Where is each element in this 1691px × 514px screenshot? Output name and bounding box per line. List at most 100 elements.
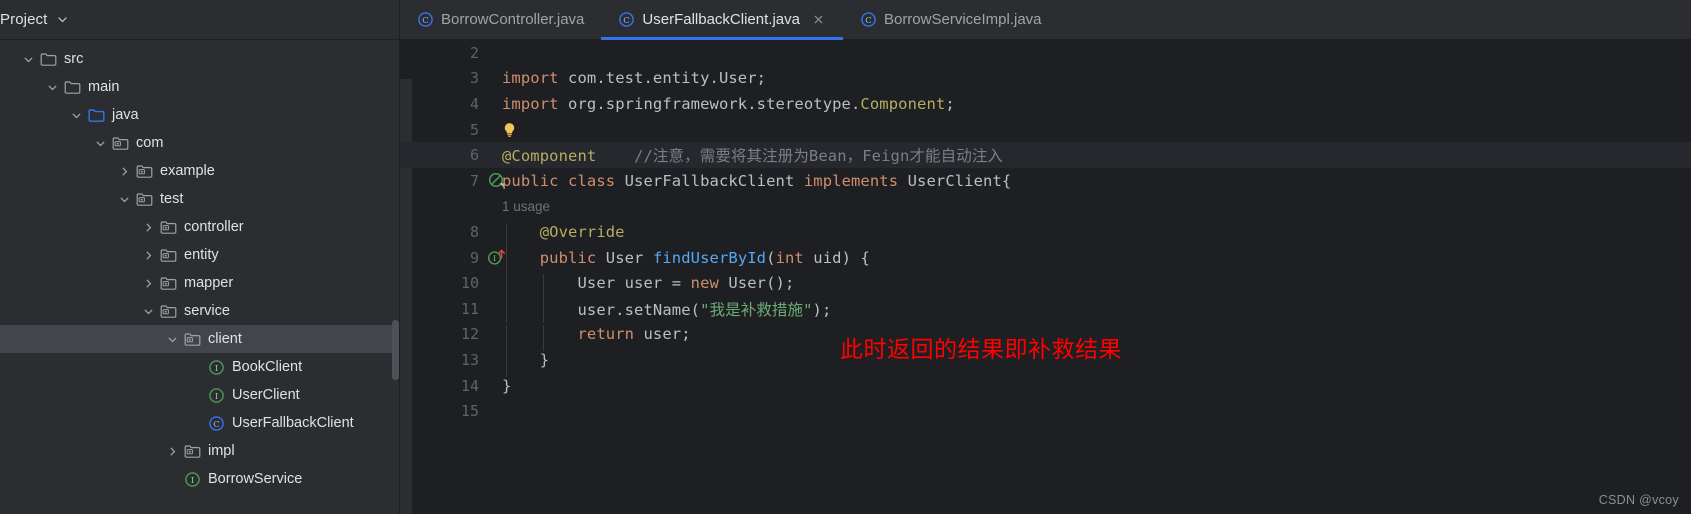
package-icon	[160, 304, 177, 319]
editor-tab-borrowcontroller[interactable]: C BorrowController.java	[400, 0, 601, 39]
chevron-down-icon[interactable]	[68, 101, 85, 129]
code-token: ) {	[841, 248, 870, 267]
folder-icon	[37, 45, 59, 73]
tree-item-userfallbackclient[interactable]: C UserFallbackClient	[0, 409, 400, 437]
package-icon	[157, 269, 179, 297]
tree-item-mapper[interactable]: mapper	[0, 269, 400, 297]
tree-item-borrowservice[interactable]: I BorrowService	[0, 465, 400, 493]
chevron-down-icon[interactable]	[140, 297, 157, 325]
code-vision-label[interactable]: 1 usage	[400, 199, 550, 214]
code-line-text: import com.test.entity.User;	[485, 69, 1691, 87]
line-gutter[interactable]: 9I	[400, 245, 505, 271]
code-line-7[interactable]: 7 public class UserFallbackClient impleme…	[400, 168, 1691, 194]
line-gutter[interactable]: 13	[400, 347, 485, 373]
tree-item-userclient[interactable]: I UserClient	[0, 381, 400, 409]
editor-tab-bar[interactable]: C BorrowController.java C UserFallbackClien…	[400, 0, 1691, 40]
line-gutter[interactable]: 4	[400, 91, 485, 117]
code-line-15[interactable]: 15	[400, 398, 1691, 424]
code-line-9[interactable]: 9I public User findUserById(int uid) {	[400, 245, 1691, 275]
line-gutter[interactable]: 14	[400, 373, 485, 399]
code-line-8[interactable]: 8 @Override	[400, 219, 1691, 249]
code-token: User	[605, 248, 653, 267]
tree-item-client[interactable]: client	[0, 325, 400, 353]
code-lines[interactable]: 2 3 import com.test.entity.User; 4 import or…	[400, 40, 1691, 424]
line-gutter[interactable]: 12	[400, 322, 485, 348]
code-line-5[interactable]: 5	[400, 117, 1691, 143]
tree-item-label: test	[160, 191, 184, 207]
chevron-right-icon[interactable]	[140, 241, 157, 269]
svg-text:I: I	[214, 391, 217, 401]
code-token: @Override	[502, 222, 625, 241]
chevron-down-icon	[94, 137, 107, 150]
line-gutter[interactable]: 11	[400, 296, 485, 322]
chevron-down-icon[interactable]	[44, 73, 61, 101]
tree-item-impl[interactable]: impl	[0, 437, 400, 465]
code-line-2[interactable]: 2	[400, 40, 1691, 66]
tree-item-example[interactable]: example	[0, 157, 400, 185]
chevron-right-icon[interactable]	[116, 157, 133, 185]
code-line-10[interactable]: 10 User user = new User();	[400, 270, 1691, 300]
editor-tab-borrowserviceimpl[interactable]: C BorrowServiceImpl.java	[843, 0, 1059, 39]
chevron-down-icon	[166, 333, 179, 346]
svg-text:I: I	[190, 475, 193, 485]
chevron-down-icon[interactable]	[116, 185, 133, 213]
package-icon	[160, 276, 177, 291]
line-gutter[interactable]: 8	[400, 219, 485, 245]
tree-item-java[interactable]: java	[0, 101, 400, 129]
tree-item-entity[interactable]: entity	[0, 241, 400, 269]
tree-item-service[interactable]: service	[0, 297, 400, 325]
code-editor[interactable]: 2 3 import com.test.entity.User; 4 import or…	[400, 40, 1691, 514]
code-token: {	[1001, 171, 1012, 190]
class-icon: C	[618, 11, 635, 28]
chevron-right-icon[interactable]	[140, 269, 157, 297]
code-line-3[interactable]: 3 import com.test.entity.User;	[400, 66, 1691, 92]
code-token: int	[775, 248, 814, 267]
line-gutter[interactable]: 5	[400, 117, 485, 143]
tree-item-main[interactable]: main	[0, 73, 400, 101]
chevron-right-icon	[142, 277, 155, 290]
chevron-right-icon[interactable]	[140, 213, 157, 241]
code-token: org.springframework.stereotype.	[568, 94, 861, 113]
interface-icon: I	[208, 359, 225, 376]
chevron-down-icon[interactable]	[164, 325, 181, 353]
tree-item-src[interactable]: src	[0, 45, 400, 73]
code-token: import	[502, 94, 569, 113]
line-gutter[interactable]: 7	[400, 168, 504, 194]
code-line-text: @Override	[485, 222, 1691, 249]
line-gutter[interactable]: 6	[400, 142, 485, 168]
chevron-down-icon[interactable]	[20, 45, 37, 73]
editor-tab-userfallbackclient[interactable]: C UserFallbackClient.java	[601, 0, 843, 40]
lightbulb-icon[interactable]	[502, 122, 519, 139]
interface-icon: I	[205, 353, 227, 381]
package-icon	[136, 164, 153, 179]
line-gutter[interactable]: 3	[400, 66, 485, 92]
chevron-right-icon[interactable]	[164, 437, 181, 465]
code-token: findUserById	[652, 248, 767, 267]
line-gutter[interactable]: 15	[400, 398, 485, 424]
project-tree[interactable]: src main java com example test controller entit…	[0, 40, 400, 493]
project-panel-scrollbar[interactable]	[392, 320, 399, 380]
code-line-14[interactable]: 14}	[400, 373, 1691, 399]
line-gutter[interactable]: 10	[400, 270, 485, 296]
ide-window: Project src main java com example test control…	[0, 0, 1691, 514]
chevron-down-icon[interactable]	[92, 129, 109, 157]
tree-item-controller[interactable]: controller	[0, 213, 400, 241]
class-icon: C	[860, 11, 877, 28]
tree-item-bookclient[interactable]: I BookClient	[0, 353, 400, 381]
chevron-right-icon	[142, 221, 155, 234]
tree-item-test[interactable]: test	[0, 185, 400, 213]
code-vision-usages[interactable]: 1 usage	[400, 194, 1691, 220]
code-line-text: User user = new User();	[485, 274, 1691, 300]
code-line-11[interactable]: 11 user.setName("我是补救措施");	[400, 296, 1691, 324]
code-line-4[interactable]: 4 import org.springframework.stereotype.C…	[400, 91, 1691, 117]
line-gutter[interactable]: 2	[400, 40, 485, 66]
tree-item-com[interactable]: com	[0, 129, 400, 157]
line-number: 10	[460, 274, 479, 293]
line-number: 9	[469, 248, 479, 267]
code-line-6[interactable]: 6 @Component //注意，需要将其注册为Bean，Feign才能自动注入	[400, 142, 1691, 168]
chevron-down-icon[interactable]	[56, 13, 69, 26]
close-icon[interactable]	[812, 13, 826, 27]
tree-item-label: UserFallbackClient	[232, 415, 354, 431]
project-panel-header: Project	[0, 0, 400, 40]
